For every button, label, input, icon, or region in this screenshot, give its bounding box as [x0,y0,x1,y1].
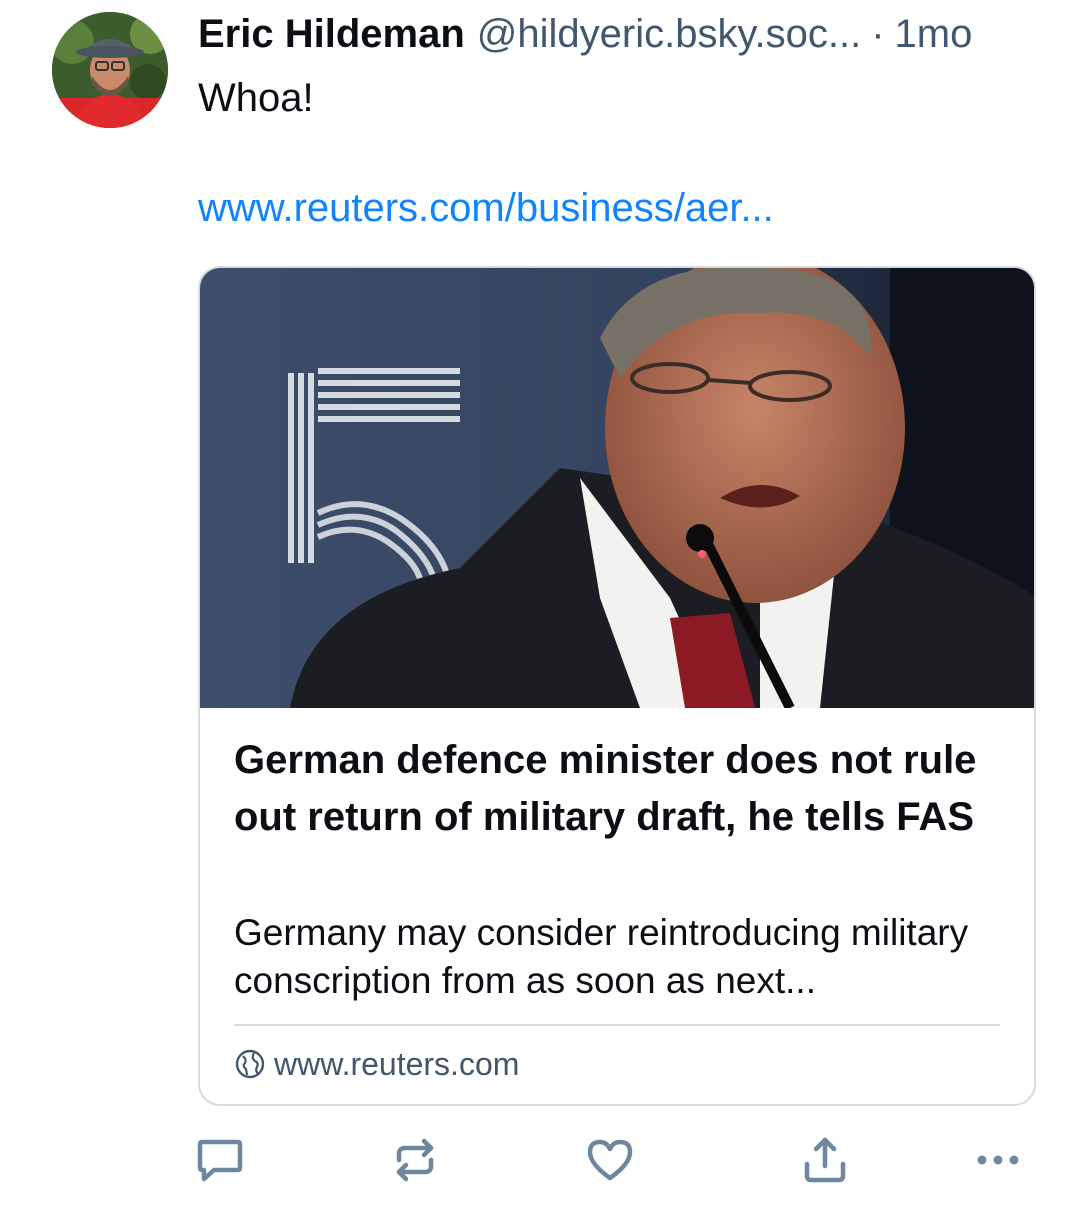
author-avatar[interactable] [52,12,168,128]
author-handle[interactable]: @hildyeric.bsky.soc... [477,10,861,58]
share-upload-icon [804,1137,846,1183]
ellipsis-icon [977,1155,1019,1165]
speech-bubble-icon [197,1139,243,1182]
share-button[interactable] [795,1130,855,1190]
card-description: Germany may consider reintroducing milit… [234,912,969,1001]
card-domain: www.reuters.com [234,1042,519,1086]
card-thumbnail-image [200,268,1034,708]
card-title: German defence minister does not rule ou… [234,738,977,839]
author-name[interactable]: Eric Hildeman [198,10,465,58]
separator-dot: · [871,12,885,56]
link-preview-card[interactable]: German defence minister does not rule ou… [198,266,1036,1106]
repost-button[interactable] [385,1130,445,1190]
post-link[interactable]: www.reuters.com/business/aer... [198,184,774,232]
card-divider [234,1024,1000,1026]
more-options-button[interactable] [968,1130,1028,1190]
post-header: Eric Hildeman @hildyeric.bsky.soc... · 1… [198,10,1040,58]
post-actions-bar [190,1130,1030,1190]
card-domain-text: www.reuters.com [274,1046,520,1082]
like-button[interactable] [580,1130,640,1190]
post-text: Whoa! [198,76,314,120]
globe-icon [235,1049,265,1079]
heart-icon [587,1139,633,1181]
post-timestamp[interactable]: 1mo [895,10,973,58]
post[interactable]: Eric Hildeman @hildyeric.bsky.soc... · 1… [0,0,1080,1205]
repost-arrows-icon [396,1138,434,1182]
reply-button[interactable] [190,1130,250,1190]
